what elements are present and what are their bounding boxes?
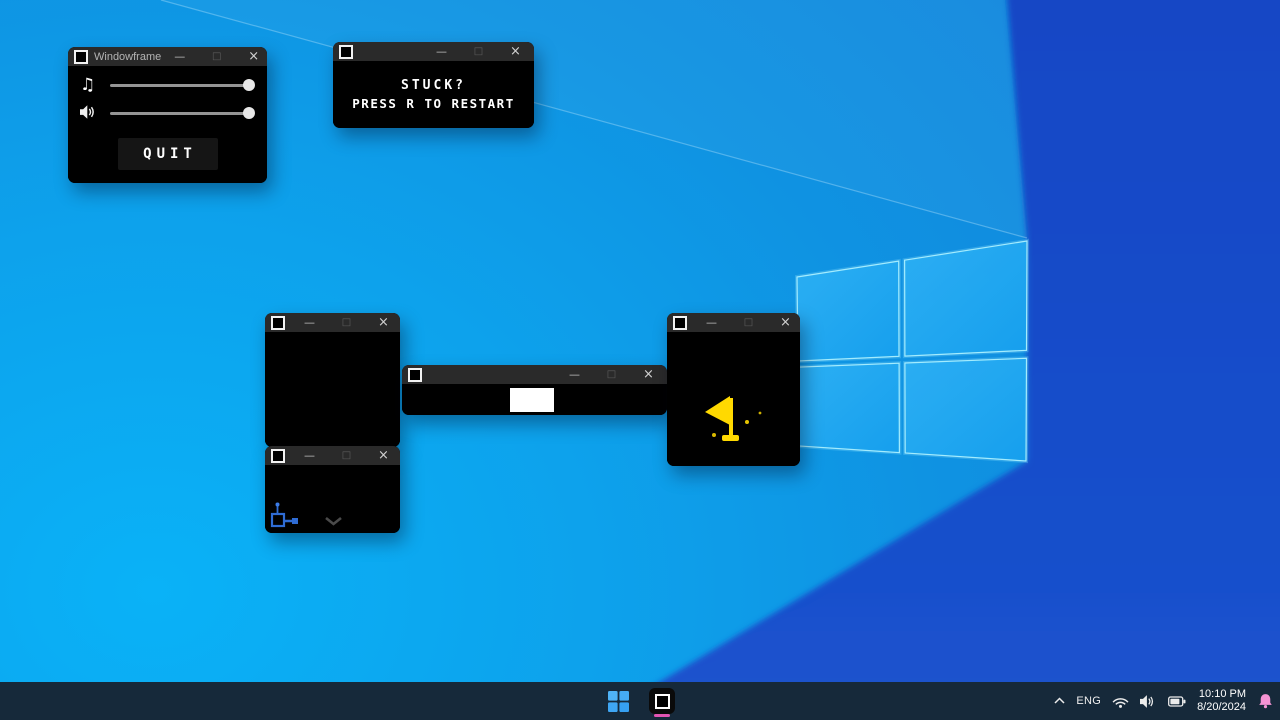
clock-date: 8/20/2024: [1197, 701, 1246, 714]
clock-time: 10:10 PM: [1197, 688, 1246, 701]
sparkle-icon: [745, 420, 749, 424]
chevron-up-icon: [1054, 697, 1065, 705]
close-button[interactable]: ×: [235, 47, 272, 66]
battery-button[interactable]: [1168, 686, 1186, 716]
minimize-button[interactable]: —: [423, 42, 460, 61]
volume-button[interactable]: [1140, 686, 1157, 716]
hint-titlebar[interactable]: — □ ×: [333, 42, 534, 61]
maximize-button[interactable]: □: [198, 47, 235, 66]
clock[interactable]: 10:10 PM 8/20/2024: [1197, 688, 1246, 714]
windowframe-taskbar-button[interactable]: [647, 686, 677, 716]
desktop: Windowframe — □ × ♫: [0, 0, 1280, 720]
window-title: Windowframe: [94, 51, 161, 63]
empty-game-window: — □ ×: [265, 313, 400, 447]
window-logo-icon: [271, 316, 285, 330]
platform-block: [510, 388, 554, 412]
wifi-button[interactable]: [1112, 686, 1129, 716]
windows-start-icon: [608, 691, 629, 712]
settings-window: Windowframe — □ × ♫: [68, 47, 267, 183]
language-indicator[interactable]: ENG: [1076, 686, 1101, 716]
window-logo-icon: [271, 449, 285, 463]
minimize-button[interactable]: —: [161, 47, 198, 66]
maximize-button[interactable]: □: [328, 446, 365, 465]
start-button[interactable]: [603, 686, 633, 716]
hint-line-2: PRESS R TO RESTART: [352, 95, 514, 113]
wifi-icon: [1112, 695, 1129, 708]
close-button[interactable]: ×: [767, 313, 804, 332]
close-button[interactable]: ×: [365, 313, 402, 332]
music-note-icon: ♫: [80, 78, 102, 92]
window-logo-icon: [673, 316, 687, 330]
minimize-button[interactable]: —: [693, 313, 730, 332]
windowframe-app-icon: [649, 688, 675, 714]
hint-window: — □ × STUCK? PRESS R TO RESTART: [333, 42, 534, 128]
hint-body: STUCK? PRESS R TO RESTART: [333, 61, 534, 128]
maximize-button[interactable]: □: [460, 42, 497, 61]
platform-game-window: — □ ×: [402, 365, 667, 415]
window-logo-icon: [408, 368, 422, 382]
tray-overflow-button[interactable]: [1054, 686, 1065, 716]
player-window-body: [265, 465, 400, 533]
empty-window-titlebar[interactable]: — □ ×: [265, 313, 400, 332]
maximize-button[interactable]: □: [328, 313, 365, 332]
running-app-indicator: [654, 714, 670, 717]
sparkle-icon: [759, 412, 762, 415]
battery-icon: [1168, 696, 1186, 707]
sound-volume-knob[interactable]: [243, 107, 255, 119]
window-logo-icon: [339, 45, 353, 59]
settings-titlebar[interactable]: Windowframe — □ ×: [68, 47, 267, 66]
platform-window-titlebar[interactable]: — □ ×: [402, 365, 667, 384]
flag-window-body: [667, 332, 800, 466]
flag-game-window: — □ ×: [667, 313, 800, 466]
music-volume-slider[interactable]: [110, 84, 253, 87]
close-button[interactable]: ×: [497, 42, 534, 61]
chevron-down-icon: [326, 518, 341, 524]
platform-window-body: [402, 384, 667, 415]
bell-icon: [1257, 693, 1274, 710]
goal-flag-sprite: [705, 396, 761, 441]
flag-window-titlebar[interactable]: — □ ×: [667, 313, 800, 332]
minimize-button[interactable]: —: [291, 446, 328, 465]
hint-line-1: STUCK?: [401, 76, 466, 95]
sound-volume-slider[interactable]: [110, 112, 253, 115]
music-volume-knob[interactable]: [243, 79, 255, 91]
minimize-button[interactable]: —: [291, 313, 328, 332]
window-logo-icon: [74, 50, 88, 64]
quit-button[interactable]: QUIT: [118, 138, 218, 170]
speaker-icon: [80, 105, 102, 121]
player-window-titlebar[interactable]: — □ ×: [265, 446, 400, 465]
speaker-icon: [1140, 695, 1157, 708]
minimize-button[interactable]: —: [556, 365, 593, 384]
notification-button[interactable]: [1257, 686, 1274, 716]
settings-body: ♫ QUIT: [68, 66, 267, 183]
maximize-button[interactable]: □: [730, 313, 767, 332]
close-button[interactable]: ×: [630, 365, 667, 384]
close-button[interactable]: ×: [365, 446, 402, 465]
player-robot-sprite: [272, 503, 298, 527]
taskbar: ENG: [0, 682, 1280, 720]
player-game-window: — □ ×: [265, 446, 400, 533]
empty-window-body: [265, 332, 400, 447]
sparkle-icon: [712, 433, 716, 437]
windows-logo: [797, 241, 1027, 461]
maximize-button[interactable]: □: [593, 365, 630, 384]
